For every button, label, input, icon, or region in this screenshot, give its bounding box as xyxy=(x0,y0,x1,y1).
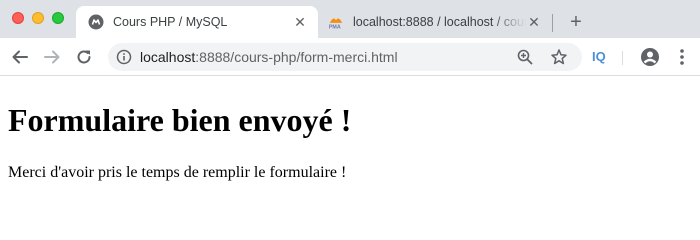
new-tab-icon[interactable]: + xyxy=(566,12,586,32)
phpmyadmin-favicon-icon: PMA xyxy=(328,14,344,30)
url-host: localhost xyxy=(140,49,196,65)
zoom-icon[interactable] xyxy=(516,48,534,66)
tab-title: Cours PHP / MySQL xyxy=(113,15,228,29)
url-text[interactable]: localhost:8888/cours-php/form-merci.html xyxy=(140,49,398,65)
tab-phpmyadmin[interactable]: PMA localhost:8888 / localhost / cours-p… xyxy=(320,6,552,38)
toolbar-divider xyxy=(622,51,623,65)
profile-avatar-icon[interactable] xyxy=(640,47,660,67)
menu-kebab-icon[interactable] xyxy=(672,47,692,67)
tab-divider xyxy=(552,14,553,32)
forward-arrow-icon[interactable] xyxy=(42,47,62,67)
tab-title: localhost:8888 / localhost / cours-php xyxy=(353,15,526,29)
window-close-button[interactable] xyxy=(12,12,24,24)
reload-icon[interactable] xyxy=(74,47,94,67)
back-arrow-icon[interactable] xyxy=(10,47,30,67)
window-minimize-button[interactable] xyxy=(32,12,44,24)
tab-cours-php[interactable]: Cours PHP / MySQL ✕ xyxy=(76,6,318,38)
browser-toolbar: localhost:8888/cours-php/form-merci.html… xyxy=(0,38,700,76)
site-favicon-icon xyxy=(88,14,104,30)
site-info-icon[interactable] xyxy=(116,49,132,65)
extension-iq-icon[interactable]: IQ xyxy=(592,49,606,64)
page-content: Formulaire bien envoyé ! Merci d'avoir p… xyxy=(0,77,700,210)
tab-close-icon[interactable]: ✕ xyxy=(292,14,308,30)
address-bar[interactable]: localhost:8888/cours-php/form-merci.html xyxy=(108,43,582,71)
bookmark-star-icon[interactable] xyxy=(550,48,568,66)
tab-strip: Cours PHP / MySQL ✕ PMA localhost:8888 /… xyxy=(0,0,700,38)
url-path: :8888/cours-php/form-merci.html xyxy=(195,49,398,65)
thank-you-message: Merci d'avoir pris le temps de remplir l… xyxy=(8,164,347,181)
tab-close-icon[interactable]: ✕ xyxy=(526,14,542,30)
svg-text:PMA: PMA xyxy=(329,25,341,30)
window-maximize-button[interactable] xyxy=(52,12,64,24)
page-heading: Formulaire bien envoyé ! xyxy=(8,102,352,138)
